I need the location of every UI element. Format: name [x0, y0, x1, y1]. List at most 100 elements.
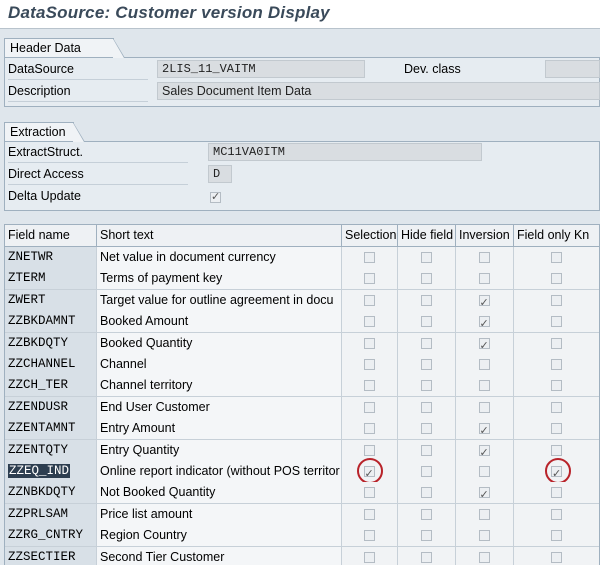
inversion-checkbox[interactable]	[478, 293, 490, 311]
selection-checkbox[interactable]	[363, 551, 375, 563]
column-header-1[interactable]: Short text	[97, 225, 342, 246]
known-checkbox[interactable]	[551, 508, 562, 520]
inversion-checkbox[interactable]	[478, 380, 490, 392]
field-name-cell[interactable]: ZZBKDAMNT	[5, 311, 97, 333]
devclass-field[interactable]	[545, 60, 600, 78]
inversion-checkbox[interactable]	[478, 421, 490, 439]
field-name-cell[interactable]: ZZENDUSR	[5, 396, 97, 418]
selection-checkbox[interactable]	[363, 508, 375, 520]
inversion-checkbox[interactable]	[478, 508, 490, 520]
hide-checkbox[interactable]	[420, 252, 432, 263]
known-checkbox[interactable]	[551, 316, 562, 328]
table-row[interactable]: ZZCH_TER Channel territory	[5, 375, 599, 398]
inversion-checkbox[interactable]	[478, 252, 490, 263]
hide-checkbox[interactable]	[420, 423, 432, 435]
selection-checkbox[interactable]	[363, 273, 375, 285]
column-header-2[interactable]: Selection	[342, 225, 398, 246]
inversion-checkbox[interactable]	[478, 551, 490, 563]
inversion-checkbox[interactable]	[478, 273, 490, 285]
field-name-cell[interactable]: ZZNBKDQTY	[5, 482, 97, 504]
column-header-5[interactable]: Field only Kn	[514, 225, 599, 246]
selection-checkbox[interactable]	[363, 401, 375, 413]
field-name-cell[interactable]: ZZEQ_IND	[5, 461, 97, 482]
inversion-checkbox[interactable]	[478, 485, 490, 503]
known-checkbox[interactable]	[551, 359, 562, 370]
field-name-cell[interactable]: ZZSECTIER	[5, 546, 97, 565]
known-checkbox[interactable]	[551, 273, 562, 285]
selection-checkbox[interactable]	[363, 359, 375, 370]
table-row[interactable]: ZZCHANNEL Channel	[5, 354, 599, 376]
inversion-checkbox[interactable]	[478, 530, 490, 542]
field-name-cell[interactable]: ZWERT	[5, 289, 97, 311]
column-header-0[interactable]: Field name	[5, 225, 97, 246]
table-row[interactable]: ZZSECTIER Second Tier Customer	[5, 546, 599, 565]
hide-checkbox[interactable]	[420, 337, 432, 349]
hide-checkbox[interactable]	[420, 316, 432, 328]
known-checkbox[interactable]	[551, 530, 562, 542]
inversion-checkbox[interactable]	[478, 314, 490, 332]
field-name-cell[interactable]: ZZRG_CNTRY	[5, 525, 97, 547]
table-row[interactable]: ZZBKDQTY Booked Quantity	[5, 332, 599, 355]
hide-checkbox[interactable]	[420, 359, 432, 370]
known-checkbox[interactable]	[551, 551, 562, 563]
field-name-cell[interactable]: ZTERM	[5, 268, 97, 290]
table-row[interactable]: ZZENTQTY Entry Quantity	[5, 439, 599, 462]
known-checkbox[interactable]	[551, 487, 562, 499]
selection-checkbox[interactable]	[363, 487, 375, 499]
hide-checkbox[interactable]	[420, 444, 432, 456]
direct-access-field[interactable]: D	[208, 165, 232, 183]
known-checkbox[interactable]	[551, 294, 562, 306]
table-row[interactable]: ZZPRLSAM Price list amount	[5, 503, 599, 526]
field-name-cell[interactable]: ZZENTQTY	[5, 439, 97, 461]
inversion-checkbox[interactable]	[478, 401, 490, 413]
description-field[interactable]: Sales Document Item Data	[157, 82, 600, 100]
selection-checkbox[interactable]	[363, 294, 375, 306]
hide-checkbox[interactable]	[420, 508, 432, 520]
field-name-cell[interactable]: ZZCHANNEL	[5, 354, 97, 375]
table-row[interactable]: ZZENTAMNT Entry Amount	[5, 418, 599, 441]
extractstruct-field[interactable]: MC11VA0ITM	[208, 143, 482, 161]
selection-checkbox[interactable]	[363, 337, 375, 349]
inversion-checkbox[interactable]	[478, 443, 490, 461]
known-checkbox[interactable]	[551, 252, 562, 263]
hide-checkbox[interactable]	[420, 294, 432, 306]
field-name-cell[interactable]: ZZENTAMNT	[5, 418, 97, 440]
inversion-checkbox[interactable]	[478, 336, 490, 354]
table-row[interactable]: ZWERT Target value for outline agreement …	[5, 289, 599, 312]
hide-checkbox[interactable]	[420, 487, 432, 499]
table-row[interactable]: ZZEQ_IND Online report indicator (without…	[5, 458, 599, 484]
table-row[interactable]: ZTERM Terms of payment key	[5, 268, 599, 291]
known-checkbox[interactable]	[551, 423, 562, 435]
inversion-checkbox[interactable]	[478, 359, 490, 370]
field-name-cell[interactable]: ZZCH_TER	[5, 375, 97, 397]
hide-checkbox[interactable]	[420, 380, 432, 392]
selection-checkbox[interactable]	[363, 423, 375, 435]
known-checkbox[interactable]	[551, 380, 562, 392]
selection-checkbox[interactable]	[363, 252, 375, 263]
table-row[interactable]: ZZNBKDQTY Not Booked Quantity	[5, 482, 599, 505]
hide-checkbox[interactable]	[420, 273, 432, 285]
hide-checkbox[interactable]	[420, 401, 432, 413]
delta-update-checkbox[interactable]	[210, 190, 221, 203]
selection-checkbox[interactable]	[363, 530, 375, 542]
column-header-3[interactable]: Hide field	[398, 225, 456, 246]
table-row[interactable]: ZNETWR Net value in document currency	[5, 247, 599, 269]
datasource-field[interactable]: 2LIS_11_VAITM	[157, 60, 365, 78]
selection-checkbox[interactable]	[363, 380, 375, 392]
hide-checkbox[interactable]	[420, 530, 432, 542]
field-name-cell[interactable]: ZNETWR	[5, 247, 97, 268]
field-name-cell[interactable]: ZZBKDQTY	[5, 332, 97, 354]
hide-checkbox[interactable]	[420, 551, 432, 563]
selection-checkbox[interactable]	[363, 444, 375, 456]
known-checkbox[interactable]	[551, 444, 562, 456]
known-checkbox[interactable]	[551, 401, 562, 413]
selection-checkbox[interactable]	[363, 464, 375, 482]
table-row[interactable]: ZZBKDAMNT Booked Amount	[5, 311, 599, 334]
known-checkbox[interactable]	[551, 464, 562, 482]
table-row[interactable]: ZZRG_CNTRY Region Country	[5, 525, 599, 548]
selection-checkbox[interactable]	[363, 316, 375, 328]
field-name-cell[interactable]: ZZPRLSAM	[5, 503, 97, 525]
inversion-checkbox[interactable]	[478, 466, 490, 477]
hide-checkbox[interactable]	[420, 466, 432, 477]
table-row[interactable]: ZZENDUSR End User Customer	[5, 396, 599, 419]
